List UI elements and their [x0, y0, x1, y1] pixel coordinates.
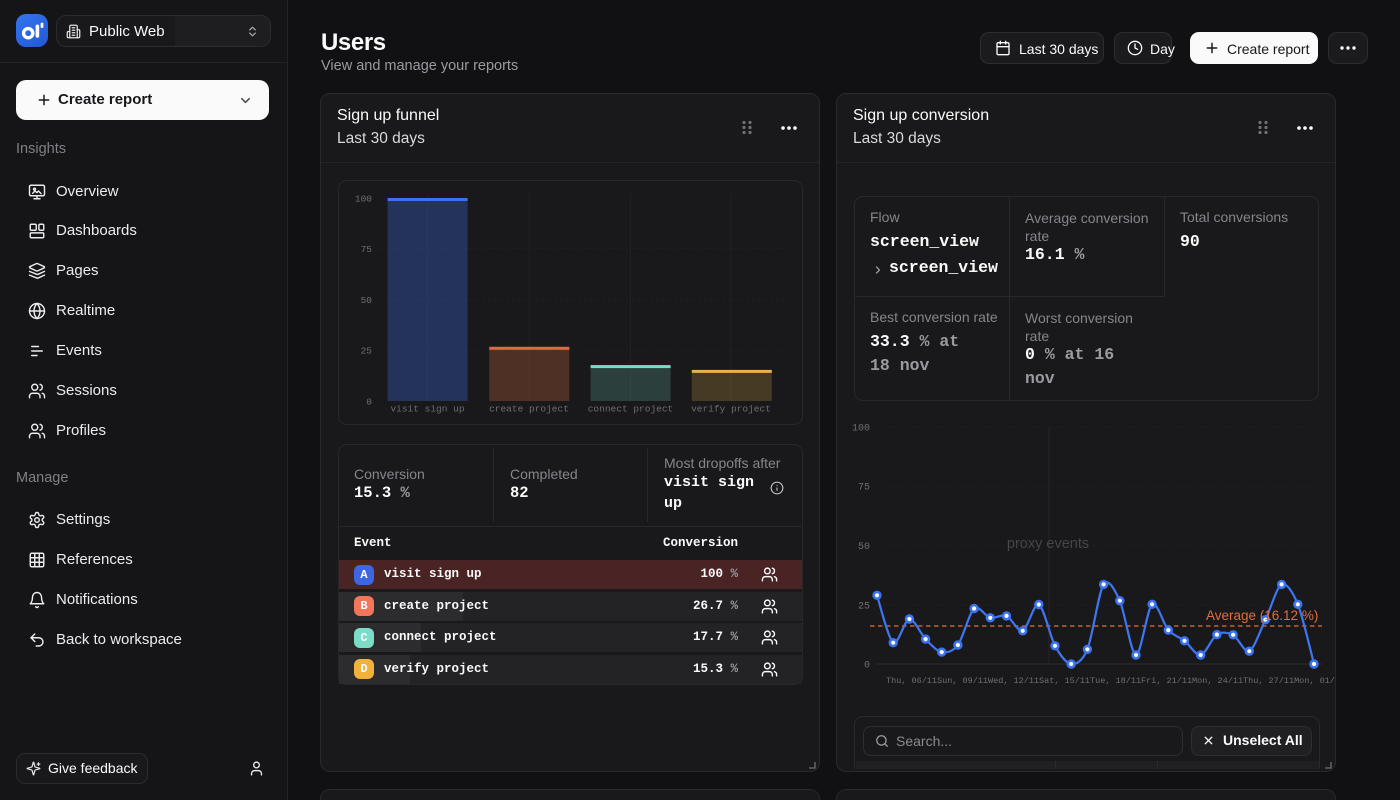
svg-text:verify project: verify project	[691, 404, 771, 415]
svg-text:25: 25	[858, 602, 870, 613]
svg-text:25: 25	[361, 346, 373, 357]
svg-text:50: 50	[858, 542, 870, 553]
svg-text:75: 75	[858, 483, 870, 494]
svg-text:Average (16.12 %): Average (16.12 %)	[1206, 608, 1318, 623]
svg-text:75: 75	[361, 244, 373, 255]
svg-text:0: 0	[366, 397, 372, 408]
svg-text:50: 50	[361, 295, 373, 306]
svg-text:Thu, 06/11Sun, 09/11Wed, 12/11: Thu, 06/11Sun, 09/11Wed, 12/11Sat, 15/11…	[886, 676, 1335, 686]
svg-text:100: 100	[852, 424, 870, 435]
svg-text:0: 0	[864, 661, 870, 672]
svg-text:connect project: connect project	[588, 404, 674, 415]
svg-text:create project: create project	[489, 404, 569, 415]
svg-text:visit sign up: visit sign up	[390, 404, 464, 415]
svg-text:100: 100	[355, 194, 372, 205]
svg-text:proxy events: proxy events	[1007, 536, 1089, 552]
